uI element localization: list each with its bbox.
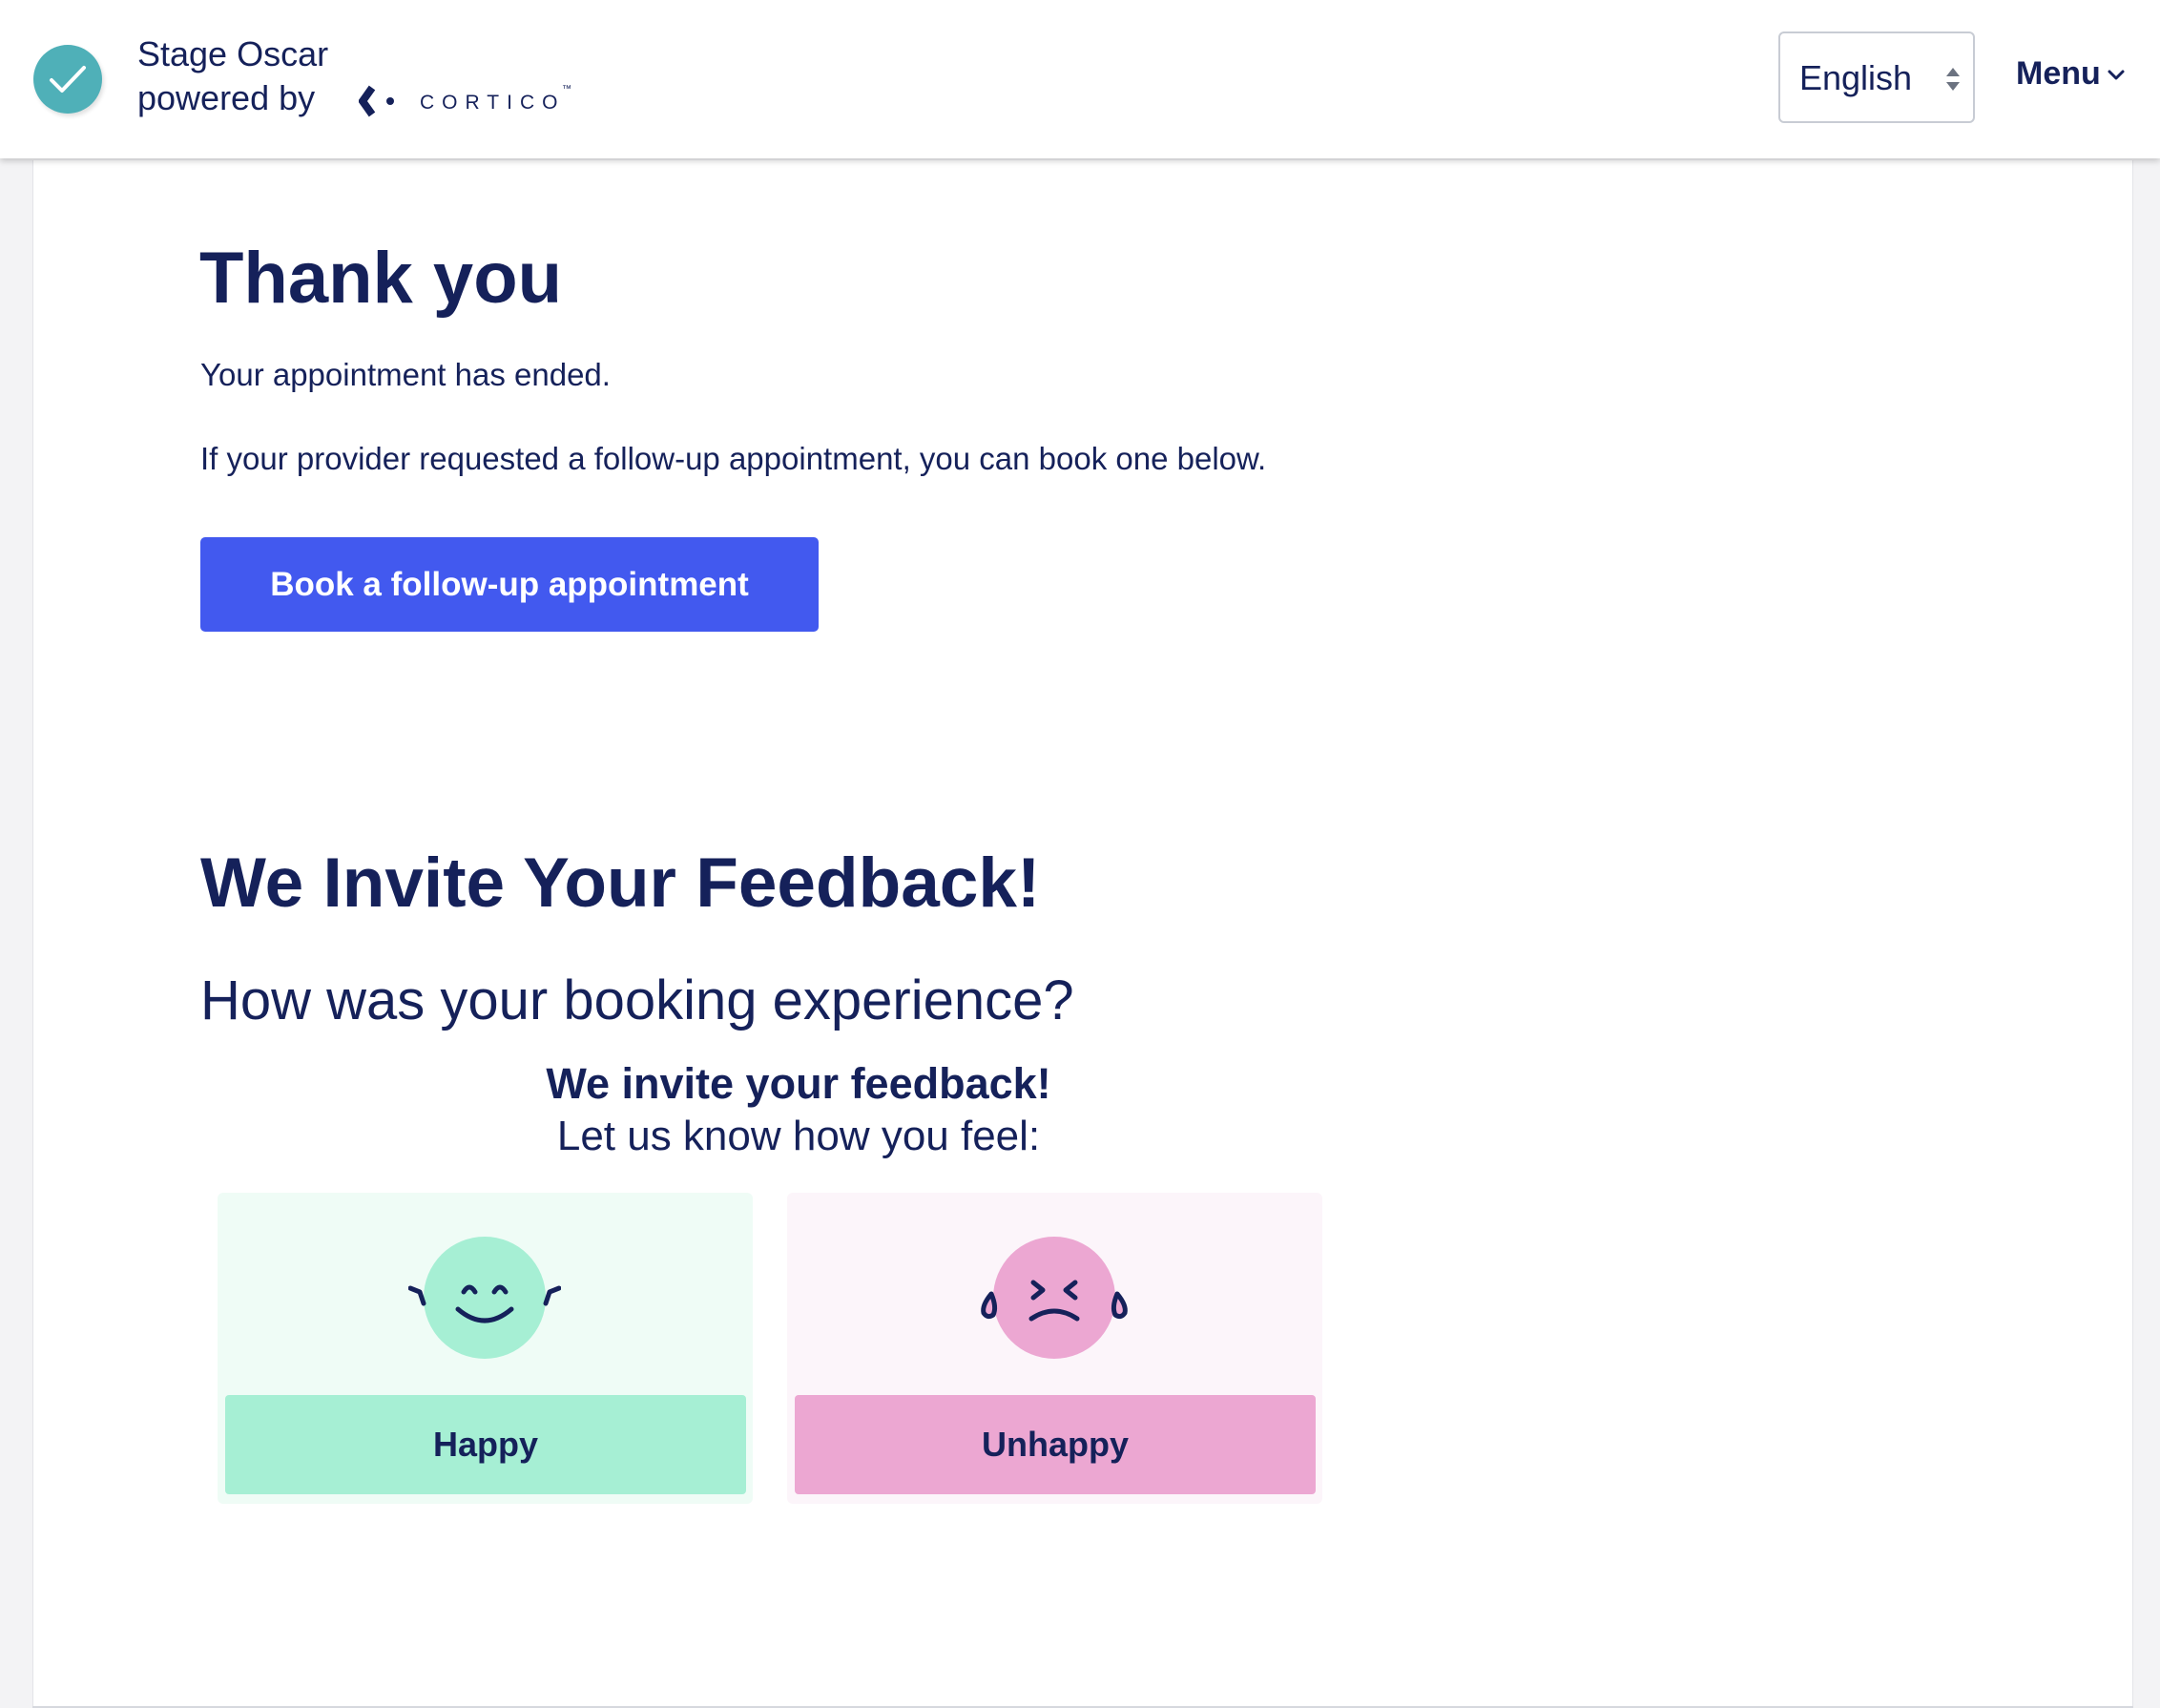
language-selected-value: English — [1799, 58, 1913, 97]
cortico-logo-text: CORTICO — [420, 92, 566, 114]
brand-check-icon — [33, 45, 102, 114]
appointment-ended-text: Your appointment has ended. — [200, 357, 611, 392]
language-select[interactable]: English — [1778, 31, 1975, 123]
cortico-logo-icon — [359, 85, 394, 117]
feedback-heading: We Invite Your Feedback! — [200, 844, 1041, 922]
happy-option-card[interactable]: Happy — [218, 1193, 753, 1504]
unhappy-button[interactable]: Unhappy — [795, 1395, 1316, 1494]
top-header: Stage Oscar powered by CORTICO ™ English… — [0, 0, 2160, 158]
page-title: Thank you — [199, 238, 563, 319]
menu-button[interactable]: Menu — [2016, 55, 2126, 93]
menu-label: Menu — [2016, 55, 2101, 92]
booking-experience-question: How was your booking experience? — [200, 969, 1074, 1031]
happy-face-icon — [408, 1237, 561, 1359]
feel-prompt-text: Let us know how you feel: — [556, 1113, 1041, 1159]
select-arrows-icon — [1946, 68, 1960, 91]
unhappy-option-card[interactable]: Unhappy — [787, 1193, 1322, 1504]
clinic-name: Stage Oscar — [137, 34, 329, 73]
powered-by-label: powered by — [137, 78, 316, 117]
cortico-trademark: ™ — [562, 84, 571, 94]
chevron-down-icon — [2108, 70, 2125, 80]
followup-info-text: If your provider requested a follow-up a… — [200, 441, 1267, 476]
book-followup-button[interactable]: Book a follow-up appointment — [200, 537, 819, 632]
happy-button[interactable]: Happy — [225, 1395, 746, 1494]
invite-feedback-text: We invite your feedback! — [546, 1059, 1051, 1108]
sad-face-icon — [981, 1237, 1128, 1359]
